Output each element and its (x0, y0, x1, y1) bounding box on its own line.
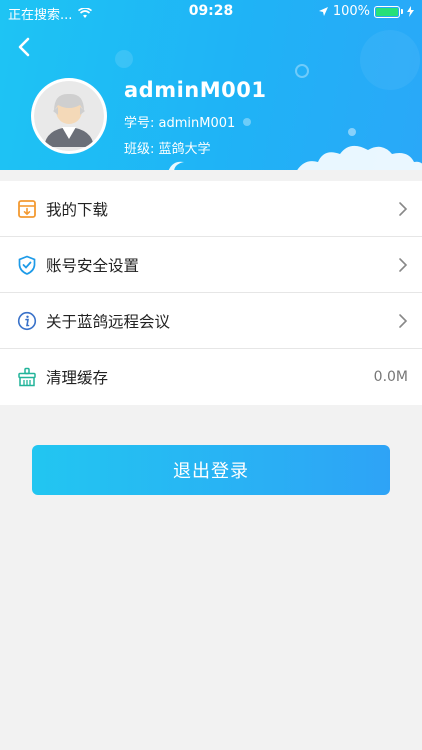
moon-decor (168, 161, 184, 170)
username: adminM001 (124, 78, 267, 102)
info-icon (17, 311, 37, 331)
cloud-decor (297, 145, 422, 170)
menu-item-account-security[interactable]: 账号安全设置 (0, 237, 422, 293)
settings-menu: 我的下载 账号安全设置 关于蓝鸽远程会议 清理缓存 0.0M (0, 181, 422, 405)
location-icon (318, 7, 328, 16)
status-bar: 正在搜索... 09:28 100% (0, 0, 422, 24)
menu-item-clear-cache[interactable]: 清理缓存 0.0M (0, 349, 422, 405)
chevron-right-icon (399, 258, 408, 272)
menu-item-label: 清理缓存 (46, 369, 109, 387)
battery-percent: 100% (332, 4, 370, 19)
class-name: 班级: 蓝鸽大学 (124, 142, 211, 157)
menu-item-downloads[interactable]: 我的下载 (0, 181, 422, 237)
profile-header: 正在搜索... 09:28 100% adminM001 学号: adminM0… (0, 0, 422, 170)
menu-item-about[interactable]: 关于蓝鸽远程会议 (0, 293, 422, 349)
chevron-right-icon (399, 314, 408, 328)
broom-icon (18, 367, 36, 387)
student-id: 学号: adminM001 (124, 116, 236, 131)
battery-icon (374, 5, 400, 18)
charging-icon (407, 6, 414, 17)
chevron-right-icon (399, 202, 408, 216)
download-box-icon (18, 200, 36, 218)
avatar[interactable] (31, 78, 107, 154)
decor-bubble (115, 50, 133, 68)
shield-check-icon (18, 255, 36, 275)
menu-item-label: 账号安全设置 (46, 256, 140, 275)
decor-bubble (348, 128, 356, 136)
menu-item-label: 我的下载 (46, 200, 109, 219)
logout-button[interactable]: 退出登录 (32, 445, 390, 495)
menu-item-label: 关于蓝鸽远程会议 (46, 312, 171, 331)
decor-bubble (295, 64, 309, 78)
cache-size: 0.0M (373, 369, 408, 385)
decor-bubble (360, 30, 420, 90)
back-button[interactable] (12, 34, 38, 60)
decor-bubble (243, 118, 251, 126)
battery-tip (401, 9, 403, 14)
user-avatar-icon (34, 81, 104, 151)
